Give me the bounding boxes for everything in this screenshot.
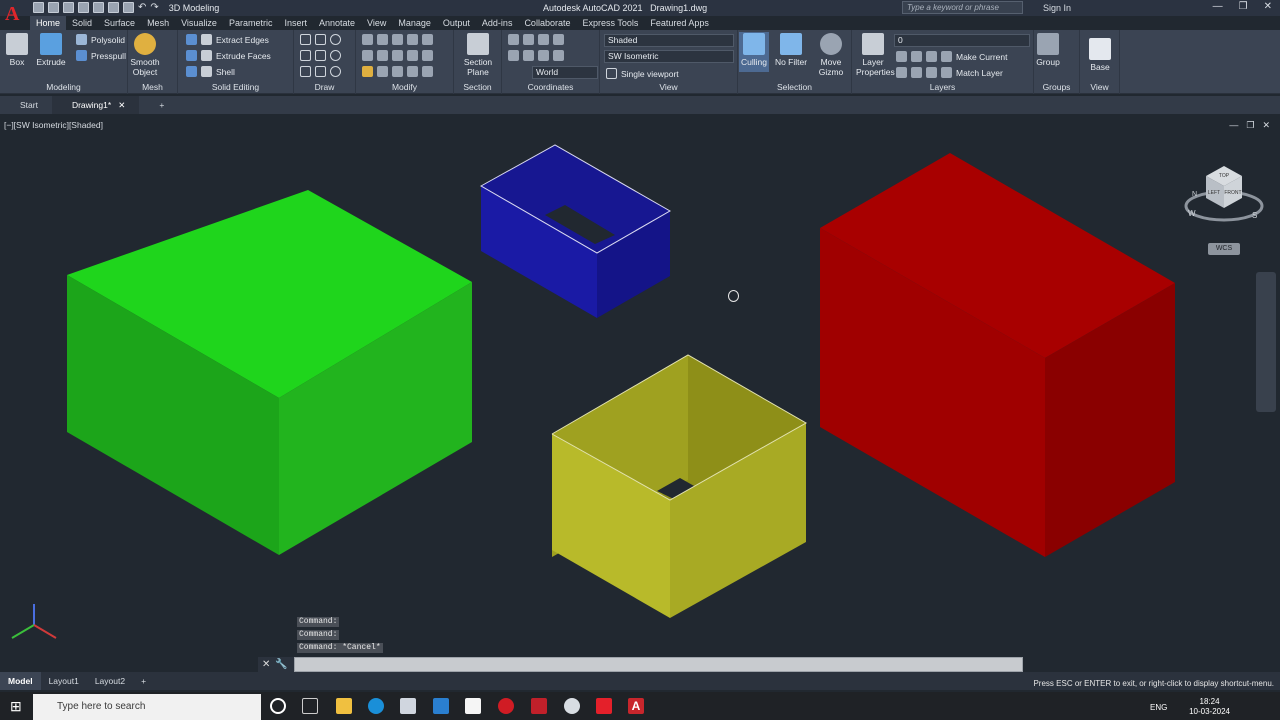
yellow-hollow-box[interactable] xyxy=(551,354,808,618)
compass-n-label: N xyxy=(1192,191,1197,198)
compass-w-label: W xyxy=(1188,209,1196,218)
language-indicator[interactable]: ENG xyxy=(1150,703,1167,712)
viewcube-top-label: TOP xyxy=(1219,173,1230,179)
ucs-icon xyxy=(11,604,57,639)
status-message: Press ESC or ENTER to exit, or right-cli… xyxy=(1033,679,1274,688)
command-input[interactable] xyxy=(294,657,1023,672)
mail-icon[interactable] xyxy=(433,698,449,714)
model-space-canvas xyxy=(11,144,1175,639)
navigation-bar[interactable] xyxy=(1256,272,1276,412)
command-line-controls: ✕ 🔧 xyxy=(258,657,294,672)
red-box-solid[interactable] xyxy=(820,153,1175,557)
command-history-line: Command: xyxy=(297,617,340,627)
viewcube-front-label: FRONT xyxy=(1224,190,1241,196)
recorder-icon[interactable] xyxy=(531,698,547,714)
command-history-line: Command: *Cancel* xyxy=(297,643,383,653)
add-layout-button[interactable]: + xyxy=(133,672,154,690)
green-box-solid[interactable] xyxy=(67,190,472,555)
viewcube[interactable]: TOP LEFT FRONT N W S xyxy=(1184,156,1266,226)
notepad-icon[interactable] xyxy=(465,698,481,714)
customize-icon[interactable]: 🔧 xyxy=(275,659,287,670)
windows-start-icon[interactable]: ⊞ xyxy=(10,698,22,715)
wcs-menu[interactable]: WCS xyxy=(1208,243,1240,255)
command-history: Command: Command: Command: *Cancel* xyxy=(297,617,383,656)
autocad-taskbar-icon[interactable]: A xyxy=(628,698,644,714)
layout-tab-layout2[interactable]: Layout2 xyxy=(87,672,133,690)
youtube-icon[interactable] xyxy=(596,698,612,714)
store-icon[interactable] xyxy=(400,698,416,714)
close-command-icon[interactable]: ✕ xyxy=(262,659,270,670)
edge-icon[interactable] xyxy=(368,698,384,714)
blue-hollow-box[interactable] xyxy=(479,144,672,318)
orbit-cursor-icon xyxy=(728,290,739,302)
app-icon[interactable] xyxy=(564,698,580,714)
cortana-icon[interactable] xyxy=(270,698,286,714)
layout-tab-model[interactable]: Model xyxy=(0,672,41,690)
viewcube-left-label: LEFT xyxy=(1208,190,1220,196)
compass-s-label: S xyxy=(1252,211,1257,220)
command-history-line: Command: xyxy=(297,630,340,640)
file-explorer-icon[interactable] xyxy=(336,698,352,714)
opera-icon[interactable] xyxy=(498,698,514,714)
task-view-icon[interactable] xyxy=(302,698,318,714)
layout-tab-layout1[interactable]: Layout1 xyxy=(41,672,87,690)
clock[interactable]: 18:24 10-03-2024 xyxy=(1189,697,1230,717)
taskbar-search-input[interactable]: Type here to search xyxy=(33,694,261,720)
